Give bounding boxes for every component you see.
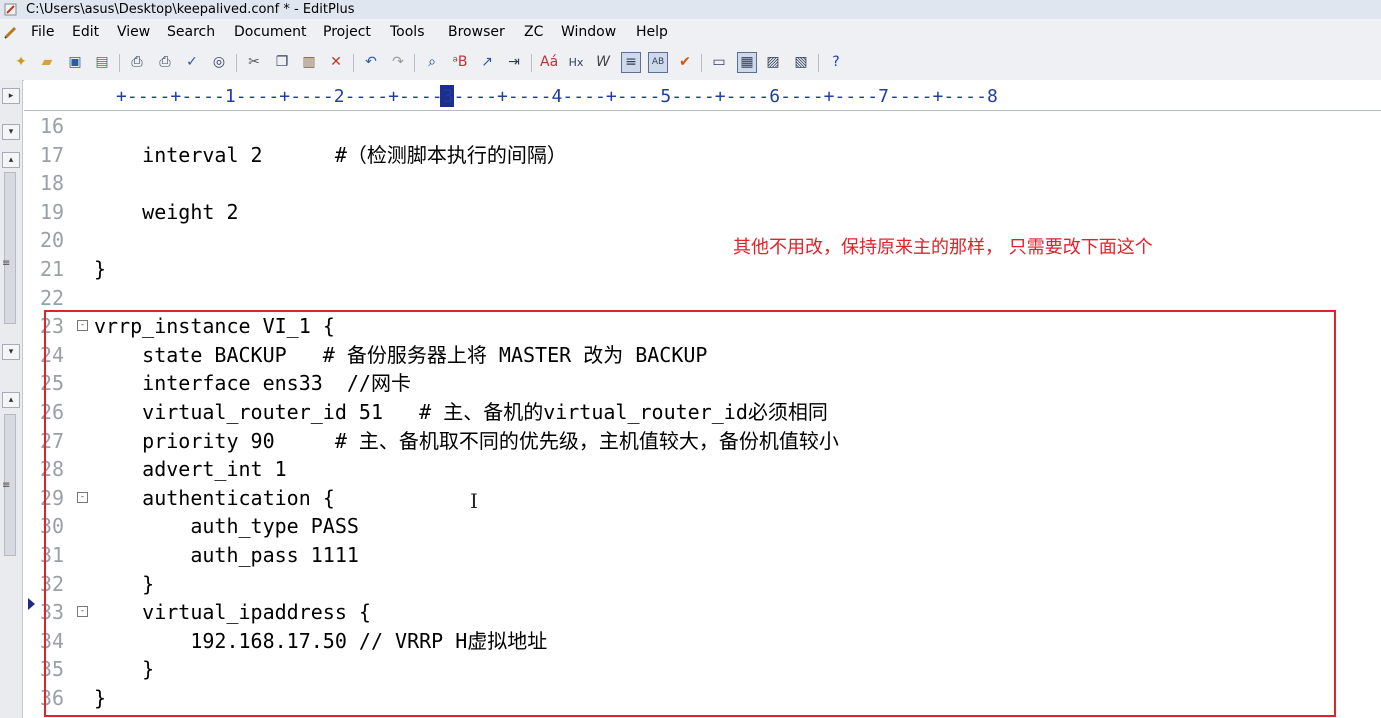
- menu-zc[interactable]: ZC: [524, 19, 543, 46]
- code-line[interactable]: 17 interval 2 #（检测脚本执行的间隔）: [24, 141, 1381, 169]
- menu-bar: File Edit View Search Document Project T…: [0, 19, 1381, 46]
- column-select-icon[interactable]: AB: [648, 52, 668, 73]
- font-icon[interactable]: Aá: [540, 53, 558, 72]
- browser-icon[interactable]: ◎: [210, 53, 228, 72]
- menu-tools[interactable]: Tools: [390, 19, 425, 46]
- print-icon[interactable]: ⎙: [156, 53, 174, 72]
- line-number: 17: [40, 142, 65, 167]
- check-icon[interactable]: ✔: [676, 53, 694, 72]
- save-all-icon[interactable]: ▤: [93, 53, 111, 72]
- spell-check-icon[interactable]: ✓: [183, 53, 201, 72]
- code-line[interactable]: 20: [24, 226, 1381, 254]
- replace-icon[interactable]: ᵃB: [451, 53, 469, 72]
- line-number: 22: [40, 285, 65, 310]
- line-number: 16: [40, 114, 65, 138]
- line-number: 18: [40, 171, 65, 196]
- paste-icon[interactable]: ▥: [300, 53, 318, 72]
- line-number: 19: [40, 199, 65, 224]
- word-wrap-icon[interactable]: W: [594, 53, 612, 72]
- text-cursor-icon: I: [470, 489, 478, 513]
- window-2-icon[interactable]: ▦: [737, 52, 757, 73]
- menu-file[interactable]: File: [31, 19, 54, 46]
- menu-view[interactable]: View: [117, 19, 150, 46]
- ruler: +----+----1----+----2----+----3----+----…: [24, 80, 1381, 111]
- open-folder-icon[interactable]: ▰: [38, 53, 56, 72]
- dropdown-arrow-icon[interactable]: ▾: [2, 124, 20, 140]
- save-icon[interactable]: ▣: [66, 53, 84, 72]
- toolbar-separator: [353, 54, 354, 72]
- hex-icon[interactable]: Hx: [567, 53, 585, 72]
- grip-icon: ≡: [2, 258, 11, 269]
- goto-icon[interactable]: ↗: [478, 53, 496, 72]
- menu-search[interactable]: Search: [167, 19, 215, 46]
- annotation-note: 其他不用改，保持原来主的那样， 只需要改下面这个: [733, 237, 1153, 258]
- delete-icon[interactable]: ✕: [327, 53, 345, 72]
- grip-icon: ≡: [2, 480, 11, 491]
- code-line[interactable]: 19 weight 2: [24, 198, 1381, 226]
- scroll-down-icon[interactable]: ▾: [2, 344, 20, 360]
- redo-icon[interactable]: ↷: [389, 53, 407, 72]
- print-preview-icon[interactable]: ⎙: [128, 53, 146, 72]
- line-number: 21: [40, 257, 65, 281]
- menu-edit[interactable]: Edit: [72, 19, 99, 46]
- menu-project[interactable]: Project: [323, 19, 371, 46]
- menu-window[interactable]: Window: [561, 19, 616, 46]
- window-1-icon[interactable]: ▭: [710, 53, 728, 72]
- scroll-up-icon[interactable]: ▴: [2, 392, 20, 408]
- code-text: }: [94, 257, 107, 281]
- line-number: 20: [40, 228, 65, 253]
- toolbar-separator: [414, 54, 415, 72]
- help-icon[interactable]: ?: [827, 53, 845, 72]
- copy-icon[interactable]: ❐: [273, 53, 291, 72]
- scroll-up-icon[interactable]: ▴: [2, 152, 20, 168]
- code-line[interactable]: 18: [24, 169, 1381, 197]
- menu-document[interactable]: Document: [234, 19, 307, 46]
- title-bar: C:\Users\asus\Desktop\keepalived.conf * …: [0, 0, 1381, 19]
- window-4-icon[interactable]: ▧: [792, 53, 810, 72]
- line-numbers-icon[interactable]: ≡: [621, 52, 641, 73]
- indent-icon[interactable]: ⇥: [505, 53, 523, 72]
- window-3-icon[interactable]: ▨: [764, 53, 782, 72]
- new-file-icon[interactable]: ✦: [12, 53, 30, 72]
- toolbar-separator: [818, 54, 819, 72]
- find-icon[interactable]: ⌕: [423, 53, 441, 72]
- toolbar-separator: [531, 54, 532, 72]
- left-panel: ▸ ▾ ▴ ≡ ▾ ▴ ≡: [0, 80, 23, 718]
- annotation-highlight-box: [44, 310, 1336, 717]
- pencil-icon: [4, 26, 17, 39]
- toolbar: ✦ ▰ ▣ ▤ ⎙ ⎙ ✓ ◎ ✂ ❐ ▥ ✕ ↶ ↷ ⌕ ᵃB ↗ ⇥ Aá …: [0, 46, 1381, 81]
- code-line[interactable]: 21}: [24, 255, 1381, 283]
- panel-arrow-icon[interactable]: ▸: [2, 88, 20, 104]
- code-line[interactable]: 22: [24, 284, 1381, 312]
- ruler-scale: +----+----1----+----2----+----3----+----…: [116, 86, 998, 107]
- toolbar-separator: [236, 54, 237, 72]
- menu-help[interactable]: Help: [636, 19, 668, 46]
- window-title: C:\Users\asus\Desktop\keepalived.conf * …: [26, 2, 355, 17]
- menu-browser[interactable]: Browser: [448, 19, 505, 46]
- code-line[interactable]: 16: [24, 112, 1381, 140]
- cut-icon[interactable]: ✂: [245, 53, 263, 72]
- scrollbar-thumb[interactable]: [4, 172, 16, 324]
- code-text: weight 2: [94, 199, 239, 224]
- editplus-app-icon: [4, 3, 17, 16]
- toolbar-separator: [701, 54, 702, 72]
- undo-icon[interactable]: ↶: [362, 53, 380, 72]
- toolbar-separator: [119, 54, 120, 72]
- code-text: interval 2 #（检测脚本执行的间隔）: [94, 142, 567, 167]
